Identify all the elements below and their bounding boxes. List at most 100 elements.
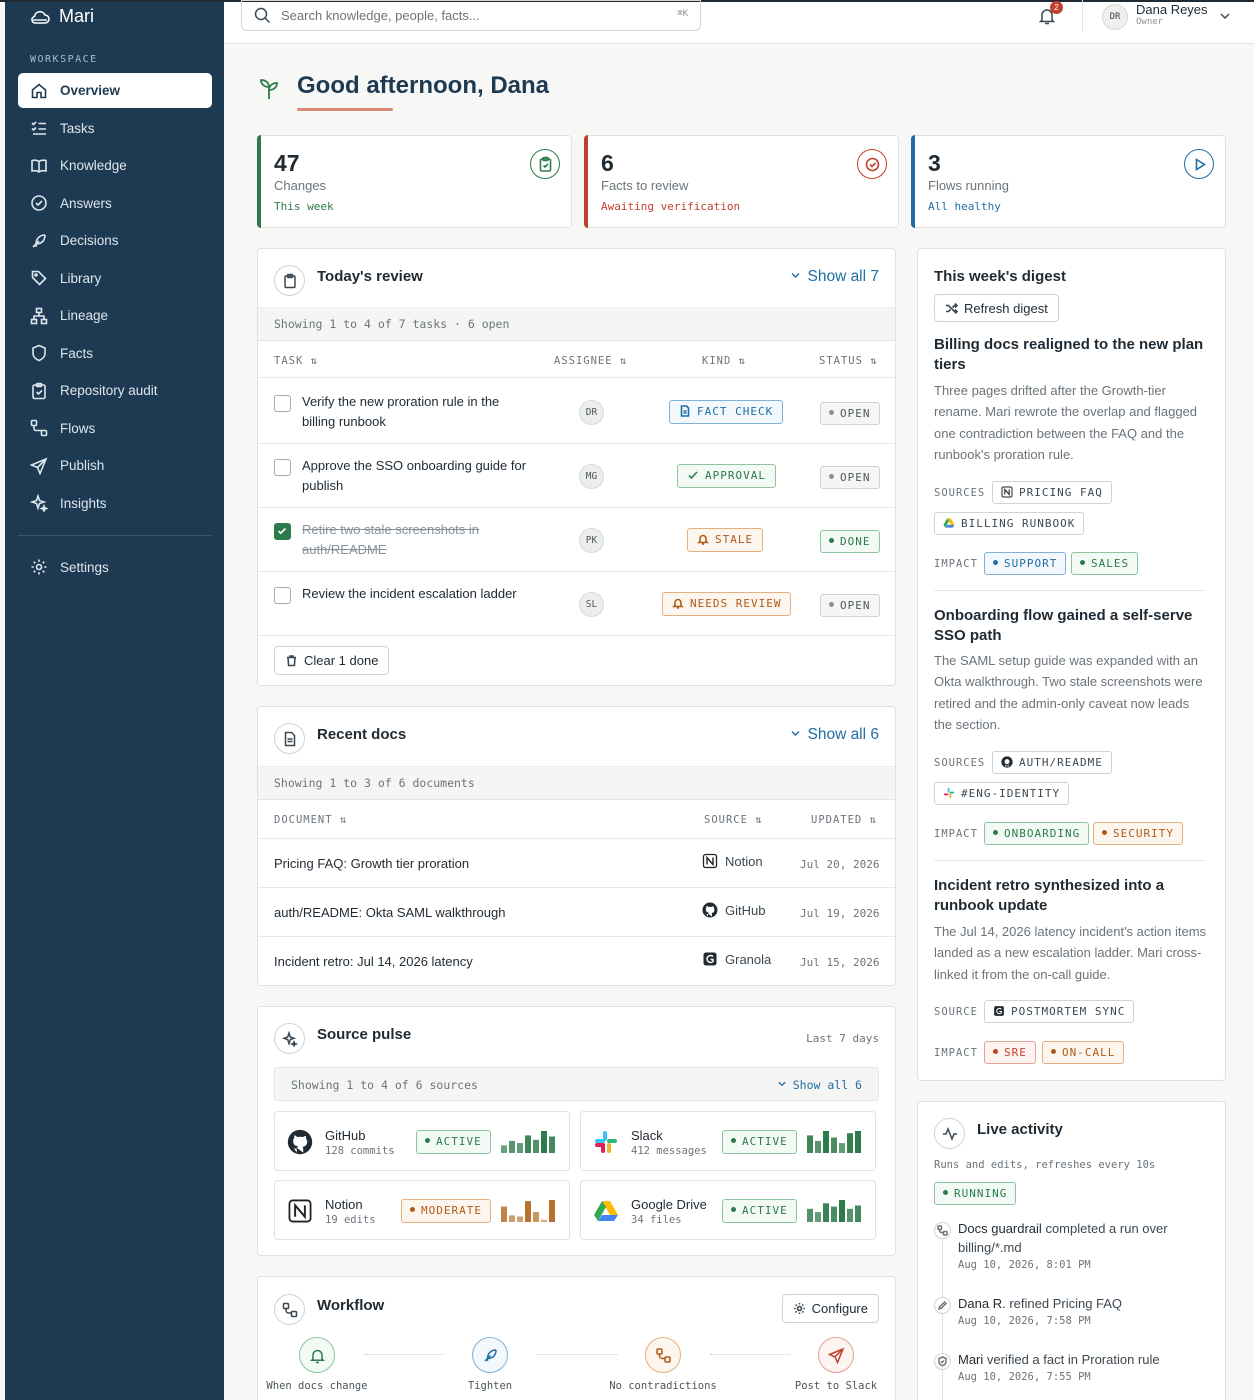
impact-label: IMPACT <box>934 828 978 840</box>
digest-item-title[interactable]: Billing docs realigned to the new plan t… <box>934 335 1214 375</box>
sidebar-item-lineage[interactable]: Lineage <box>18 298 212 333</box>
granola-icon <box>994 1006 1004 1016</box>
source-card-google-drive[interactable]: Google Drive 34 files ACTIVE <box>580 1180 876 1240</box>
panel-title: Recent docs <box>317 726 407 743</box>
sidebar-item-insights[interactable]: Insights <box>18 486 212 521</box>
source-chip[interactable]: BILLING RUNBOOK <box>934 512 1085 535</box>
workflow-step-no-contradictions[interactable]: No contradictions <box>608 1337 718 1393</box>
clear-done-button[interactable]: Clear 1 done <box>274 646 390 675</box>
row-divider <box>258 571 895 572</box>
sidebar-item-decisions[interactable]: Decisions <box>18 223 212 258</box>
source-card-github[interactable]: GitHub 128 commits ACTIVE <box>274 1111 570 1171</box>
source-chip[interactable]: PRICING FAQ <box>992 481 1112 504</box>
configure-button[interactable]: Configure <box>781 1294 879 1323</box>
doc-name[interactable]: auth/README: Okta SAML walkthrough <box>274 905 505 920</box>
sparkline-bar <box>807 1208 813 1222</box>
doc-name[interactable]: Incident retro: Jul 14, 2026 latency <box>274 954 473 969</box>
sparkline-bar <box>549 1136 555 1153</box>
refresh-digest-button[interactable]: Refresh digest <box>934 294 1059 322</box>
sidebar-item-label: Tasks <box>60 120 95 136</box>
sidebar-item-library[interactable]: Library <box>18 261 212 296</box>
sidebar-item-facts[interactable]: Facts <box>18 336 212 371</box>
task-title[interactable]: Retire two stale screenshots in auth/REA… <box>302 520 527 560</box>
activity-sparkline <box>501 1131 555 1153</box>
docs-summary: Showing 1 to 3 of 6 documents <box>258 766 895 800</box>
task-checkbox[interactable] <box>274 395 291 412</box>
search-icon <box>254 7 271 24</box>
source-card-notion[interactable]: Notion 19 edits MODERATE <box>274 1180 570 1240</box>
sidebar-item-flows[interactable]: Flows <box>18 411 212 446</box>
workflow-step-post-slack[interactable]: Post to Slack <box>781 1337 891 1393</box>
sparkline-bar <box>533 1212 539 1222</box>
sidebar-item-knowledge[interactable]: Knowledge <box>18 148 212 183</box>
activity-event[interactable]: Mari verified a fact in Proration rule <box>958 1350 1208 1369</box>
user-avatar[interactable]: DR <box>1102 4 1128 30</box>
sparkline-bar <box>525 1201 531 1222</box>
activity-event[interactable]: Dana R. refined Pricing FAQ <box>958 1294 1208 1313</box>
sidebar-item-overview[interactable]: Overview <box>18 73 212 108</box>
stat-label: Flows running <box>928 178 1009 193</box>
show-all-label: Show all 6 <box>792 1078 862 1092</box>
panel-title: Live activity <box>977 1121 1063 1138</box>
task-checkbox[interactable] <box>274 459 291 476</box>
status-badge: OPEN <box>820 594 880 617</box>
doc-name[interactable]: Pricing FAQ: Growth tier proration <box>274 856 469 871</box>
column-header-updated[interactable]: UPDATED ⇅ <box>811 814 877 826</box>
sidebar-item-settings[interactable]: Settings <box>18 550 212 585</box>
column-header-document[interactable]: DOCUMENT ⇅ <box>274 814 347 826</box>
status-badge: MODERATE <box>401 1199 491 1223</box>
task-title[interactable]: Verify the new proration rule in the bil… <box>302 392 527 432</box>
column-header-assignee[interactable]: ASSIGNEE ⇅ <box>554 355 627 367</box>
feather-icon <box>472 1337 508 1373</box>
task-checkbox-checked[interactable] <box>274 523 291 540</box>
show-all-docs-button[interactable]: Show all 6 <box>790 726 879 744</box>
activity-sparkline <box>807 1131 861 1153</box>
source-chip[interactable]: AUTH/README <box>992 751 1112 774</box>
digest-item-body: The Jul 14, 2026 latency incident's acti… <box>934 924 1207 982</box>
sparkline-bar <box>823 1131 829 1153</box>
cloud-logo-icon <box>31 10 50 24</box>
show-all-tasks-button[interactable]: Show all 7 <box>790 268 879 286</box>
chevron-down-icon[interactable] <box>1218 9 1232 23</box>
chip-label: POSTMORTEM SYNC <box>1011 1005 1126 1018</box>
column-header-task[interactable]: TASK ⇅ <box>274 355 318 367</box>
task-title[interactable]: Review the incident escalation ladder <box>302 584 527 604</box>
gear-icon <box>31 559 47 575</box>
workflow-step-trigger[interactable]: When docs change <box>262 1337 372 1393</box>
clipboard-icon <box>274 265 305 296</box>
pulse-range: Last 7 days <box>806 1032 879 1045</box>
row-divider <box>258 936 895 937</box>
task-title[interactable]: Approve the SSO onboarding guide for pub… <box>302 456 527 496</box>
digest-item-title[interactable]: Onboarding flow gained a self-serve SSO … <box>934 606 1214 646</box>
activity-subtitle: Runs and edits, refreshes every 10s <box>934 1159 1156 1171</box>
show-all-sources-button[interactable]: Show all 6 <box>777 1078 862 1092</box>
source-chip[interactable]: POSTMORTEM SYNC <box>984 1000 1135 1023</box>
sparkline-bar <box>855 1205 861 1222</box>
sidebar-item-repository-audit[interactable]: Repository audit <box>18 373 212 408</box>
column-header-kind[interactable]: KIND ⇅ <box>702 355 746 367</box>
user-name[interactable]: Dana Reyes <box>1136 2 1208 17</box>
activity-event[interactable]: Docs guardrail completed a run over bill… <box>958 1219 1208 1257</box>
stat-card-flows[interactable]: 3 Flows running All healthy <box>911 135 1226 228</box>
brand[interactable]: Mari <box>29 6 94 27</box>
column-header-source[interactable]: SOURCE ⇅ <box>704 814 763 826</box>
source-card-slack[interactable]: Slack 412 messages ACTIVE <box>580 1111 876 1171</box>
sparkline-bar <box>815 1212 821 1222</box>
row-divider <box>258 443 895 444</box>
source-chip[interactable]: #ENG-IDENTITY <box>934 782 1070 805</box>
stat-card-changes[interactable]: 47 Changes This week <box>257 135 572 228</box>
notion-icon <box>288 1199 312 1223</box>
sidebar-item-answers[interactable]: Answers <box>18 186 212 221</box>
sidebar-item-label: Insights <box>60 495 107 511</box>
sidebar-item-publish[interactable]: Publish <box>18 448 212 483</box>
workflow-step-tighten[interactable]: Tighten <box>435 1337 545 1393</box>
sidebar-item-tasks[interactable]: Tasks <box>18 111 212 146</box>
shuffle-icon <box>946 302 958 314</box>
task-checkbox[interactable] <box>274 587 291 604</box>
column-header-status[interactable]: STATUS ⇅ <box>819 355 878 367</box>
digest-item-body: Three pages drifted after the Growth-tie… <box>934 383 1198 462</box>
status-badge: OPEN <box>820 402 880 425</box>
search-input[interactable]: Search knowledge, people, facts... ⌘K <box>241 0 701 31</box>
digest-item-title[interactable]: Incident retro synthesized into a runboo… <box>934 876 1214 916</box>
stat-card-facts[interactable]: 6 Facts to review Awaiting verification <box>584 135 899 228</box>
